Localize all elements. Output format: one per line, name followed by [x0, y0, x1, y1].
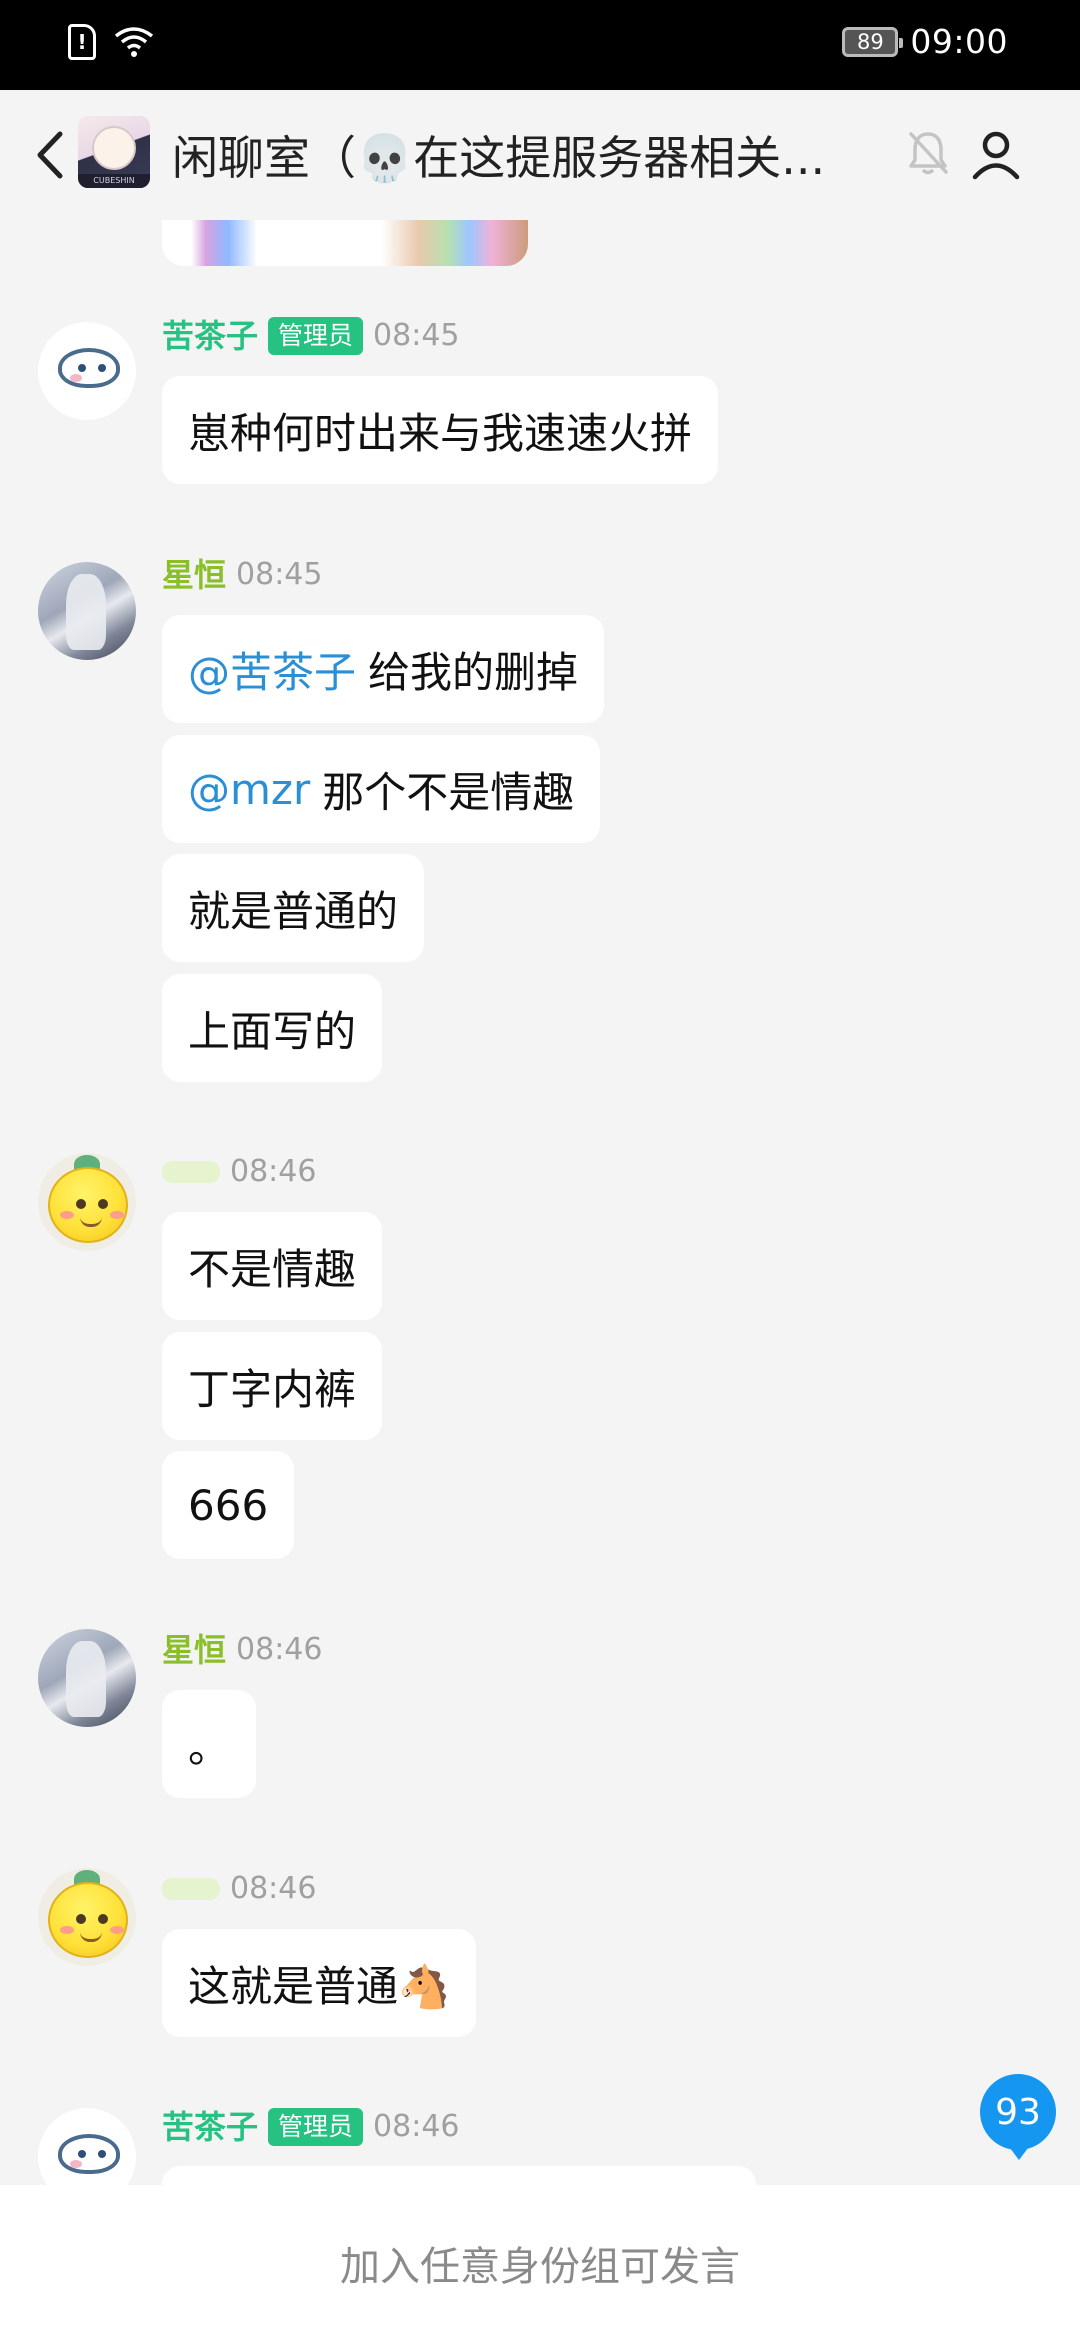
- message-bubble[interactable]: [162, 2166, 756, 2185]
- message-time: 08:46: [230, 1154, 317, 1189]
- message-meta: 08:46: [162, 1152, 316, 1192]
- sender-name[interactable]: 星恒: [162, 555, 226, 595]
- input-disabled-notice: 加入任意身份组可发言: [0, 2185, 1080, 2340]
- mention-link[interactable]: @苦茶子: [188, 639, 356, 700]
- avatar[interactable]: [38, 322, 136, 420]
- battery-level: 89: [857, 29, 884, 54]
- clock: 09:00: [910, 22, 1008, 61]
- role-badge: 管理员: [268, 317, 364, 355]
- message-text: 那个不是情趣: [322, 767, 575, 817]
- message-time: 08:46: [230, 1871, 317, 1906]
- sender-name[interactable]: [162, 1161, 220, 1183]
- message-bubble[interactable]: 上面写的: [162, 974, 383, 1082]
- sender-name[interactable]: [162, 1878, 220, 1900]
- avatar[interactable]: [38, 562, 136, 660]
- message-bubble[interactable]: 666: [162, 1451, 295, 1559]
- bell-off-icon[interactable]: [906, 128, 950, 178]
- message-text: 给我的删掉: [368, 647, 579, 697]
- mention-link[interactable]: @mzr: [188, 765, 310, 814]
- message-bubble[interactable]: @mzr 那个不是情趣: [162, 735, 601, 843]
- message-bubble[interactable]: 丁字内裤: [162, 1332, 383, 1440]
- message-bubble[interactable]: 。: [162, 1690, 257, 1798]
- unread-count-badge[interactable]: 93: [980, 2074, 1056, 2160]
- role-badge: 管理员: [268, 2108, 364, 2146]
- message-text: 这就是普通🐴: [188, 1961, 451, 2011]
- chat-list[interactable]: 苦茶子 管理员 08:45 崽种何时出来与我速速火拼 星恒 08:45 @苦茶子…: [0, 220, 1080, 2185]
- message-meta: 星恒 08:45: [162, 555, 322, 595]
- message-meta: 苦茶子 管理员 08:46: [162, 2107, 460, 2147]
- message-meta: 苦茶子 管理员 08:45: [162, 316, 460, 356]
- message-text: 就是普通的: [188, 886, 399, 936]
- sim-alert-icon: !: [68, 24, 96, 60]
- message-text: 崽种何时出来与我速速火拼: [188, 408, 693, 458]
- status-right: 89 09:00: [842, 22, 1008, 61]
- sender-name[interactable]: 苦茶子: [162, 316, 258, 356]
- message-bubble[interactable]: 这就是普通🐴: [162, 1929, 477, 2037]
- status-bar: ! 89 09:00: [0, 0, 1080, 90]
- user-icon[interactable]: [970, 130, 1022, 182]
- message-time: 08:45: [373, 318, 460, 353]
- group-title[interactable]: 闲聊室（💀在这提服务器相关...: [172, 122, 852, 188]
- message-time: 08:45: [236, 557, 323, 592]
- message-text: 。: [188, 1722, 231, 1772]
- battery-icon: 89: [842, 26, 904, 57]
- message-text: 丁字内裤: [188, 1364, 357, 1414]
- avatar[interactable]: [38, 2108, 136, 2185]
- clipped-image-message[interactable]: [162, 220, 528, 266]
- avatar[interactable]: [38, 1153, 136, 1251]
- message-bubble[interactable]: @苦茶子 给我的删掉: [162, 615, 605, 723]
- message-time: 08:46: [236, 1632, 323, 1667]
- chat-header: CUBESHIN 闲聊室（💀在这提服务器相关...: [0, 90, 1080, 220]
- group-avatar-face: [92, 126, 136, 170]
- message-bubble[interactable]: 就是普通的: [162, 854, 425, 962]
- sender-name[interactable]: 星恒: [162, 1630, 226, 1670]
- message-text: 666: [188, 1480, 269, 1530]
- message-text: 不是情趣: [188, 1244, 357, 1294]
- message-text: 上面写的: [188, 1006, 357, 1056]
- back-icon[interactable]: [30, 126, 70, 184]
- message-meta: 星恒 08:46: [162, 1630, 322, 1670]
- group-avatar[interactable]: CUBESHIN: [78, 116, 150, 188]
- sender-name[interactable]: 苦茶子: [162, 2107, 258, 2147]
- group-avatar-tag: CUBESHIN: [78, 174, 150, 188]
- status-left: !: [68, 24, 154, 60]
- message-bubble[interactable]: 不是情趣: [162, 1212, 383, 1320]
- message-meta: 08:46: [162, 1869, 316, 1909]
- avatar[interactable]: [38, 1629, 136, 1727]
- message-bubble[interactable]: 崽种何时出来与我速速火拼: [162, 376, 719, 484]
- avatar[interactable]: [38, 1868, 136, 1966]
- message-time: 08:46: [373, 2109, 460, 2144]
- wifi-icon: [114, 27, 154, 57]
